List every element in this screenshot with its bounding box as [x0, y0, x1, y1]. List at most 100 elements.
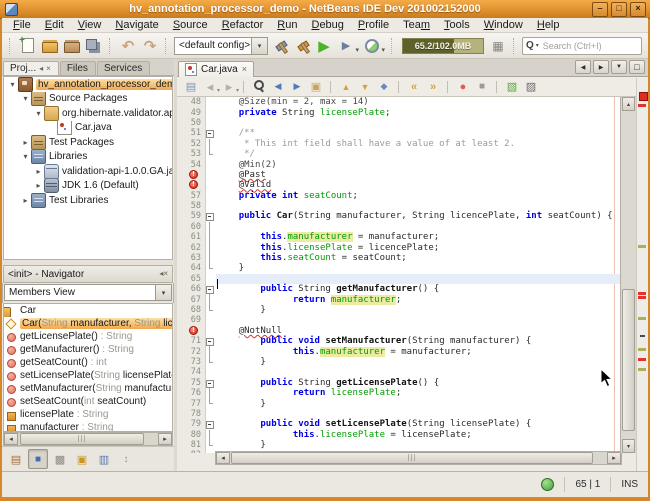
expand-arrow-icon[interactable] [20, 138, 31, 147]
stop-macro-icon[interactable] [474, 79, 490, 95]
code-line[interactable]: 75 public String getLicensePlate() { [177, 378, 622, 388]
close-icon[interactable]: × [242, 65, 247, 74]
find-prev-icon[interactable] [270, 79, 286, 95]
record-macro-icon[interactable] [455, 79, 471, 95]
error-stripe-mark[interactable] [638, 245, 646, 248]
code-line[interactable]: 61 this.manufacturer = manufacturer; [177, 232, 622, 242]
open-project-icon[interactable] [62, 36, 82, 56]
line-number[interactable]: 68 [177, 305, 205, 315]
uncomment-icon[interactable] [523, 79, 539, 95]
scroll-right-icon[interactable] [593, 60, 609, 74]
project-tree-item[interactable]: org.hibernate.validator.ap.dem [4, 106, 172, 121]
line-number[interactable] [177, 170, 205, 180]
expand-arrow-icon[interactable] [33, 181, 44, 190]
line-number[interactable]: 48 [177, 97, 205, 107]
code-line[interactable]: 49 private String licensePlate; [177, 107, 622, 117]
line-number[interactable]: 77 [177, 399, 205, 409]
code-line[interactable]: 48 @Size(min = 2, max = 14) [177, 97, 622, 107]
code-line[interactable]: 51 /** [177, 128, 622, 138]
code-line[interactable]: 60 [177, 222, 622, 232]
profile-icon[interactable] [362, 36, 382, 56]
line-number[interactable]: 63 [177, 253, 205, 263]
config-select[interactable]: <default config> ▾ [174, 37, 268, 55]
code-line[interactable]: 54 @Min(2) [177, 159, 622, 169]
redo-icon[interactable] [140, 36, 160, 56]
expand-arrow-icon[interactable] [33, 167, 44, 176]
navigator-item[interactable]: setSeatCount(int seatCount) [4, 395, 172, 408]
close-button[interactable]: × [630, 2, 646, 17]
project-tree-item[interactable]: Source Packages [4, 92, 172, 107]
error-stripe-mark[interactable] [640, 335, 645, 337]
code-line[interactable]: 72 this.manufacturer = manufacturer; [177, 346, 622, 356]
navigator-item[interactable]: licensePlate : String [4, 408, 172, 421]
code-line[interactable]: 76 return licensePlate; [177, 388, 622, 398]
code-editor[interactable]: 48 @Size(min = 2, max = 14)49 private St… [177, 97, 622, 453]
project-tree-item[interactable]: Test Packages [4, 135, 172, 150]
code-line[interactable]: 81 } [177, 440, 622, 450]
line-number[interactable]: 59 [177, 211, 205, 221]
line-number[interactable] [177, 180, 205, 190]
scrollbar-thumb[interactable] [622, 289, 635, 431]
line-number[interactable]: 53 [177, 149, 205, 159]
code-line[interactable]: 52 * This int field shall have a value o… [177, 139, 622, 149]
history-icon[interactable] [183, 79, 199, 95]
scroll-right-icon[interactable]: ▸ [607, 452, 621, 464]
minimize-button[interactable]: – [592, 2, 608, 17]
line-number[interactable]: 61 [177, 232, 205, 242]
error-stripe-mark[interactable] [638, 348, 646, 351]
line-number[interactable]: 79 [177, 419, 205, 429]
show-inherited-icon[interactable] [6, 449, 26, 469]
project-tree-item[interactable]: JDK 1.6 (Default) [4, 179, 172, 194]
menu-view[interactable]: View [71, 19, 109, 31]
new-project-icon[interactable] [40, 36, 60, 56]
navigator-item[interactable]: setLicensePlate(String licensePlate) [4, 369, 172, 382]
navigator-item[interactable]: setManufacturer(String manufacturer [4, 382, 172, 395]
expand-arrow-icon[interactable] [20, 196, 31, 205]
next-bookmark-icon[interactable] [357, 79, 373, 95]
error-stripe-mark[interactable] [638, 317, 646, 320]
close-icon[interactable]: × [163, 270, 168, 278]
menu-debug[interactable]: Debug [304, 19, 350, 31]
line-number[interactable]: 50 [177, 118, 205, 128]
code-line[interactable]: 65 [177, 274, 622, 284]
run-icon[interactable] [314, 36, 334, 56]
undo-icon[interactable] [118, 36, 138, 56]
chevron-down-icon[interactable]: ▾ [155, 285, 171, 300]
line-number[interactable]: 60 [177, 222, 205, 232]
menu-tools[interactable]: Tools [437, 19, 477, 31]
code-line[interactable]: 58 [177, 201, 622, 211]
scrollbar-thumb[interactable]: ||| [20, 433, 144, 445]
code-line[interactable]: @NotNull [177, 326, 622, 336]
line-number[interactable]: 67 [177, 295, 205, 305]
menu-navigate[interactable]: Navigate [108, 19, 165, 31]
menu-refactor[interactable]: Refactor [215, 19, 271, 31]
code-line[interactable]: 78 [177, 409, 622, 419]
title-bar[interactable]: hv_annotation_processor_demo - NetBeans … [0, 0, 650, 19]
code-line[interactable]: 80 this.licensePlate = licensePlate; [177, 430, 622, 440]
highlight-icon[interactable] [308, 79, 324, 95]
scroll-left-icon[interactable] [575, 60, 591, 74]
line-number[interactable]: 72 [177, 347, 205, 357]
search-input[interactable] [541, 40, 638, 52]
show-static-icon[interactable] [50, 449, 70, 469]
project-tree-item[interactable]: validation-api-1.0.0.GA.jar [4, 164, 172, 179]
clean-build-icon[interactable] [292, 36, 312, 56]
line-number[interactable]: 81 [177, 440, 205, 450]
line-number[interactable]: 80 [177, 430, 205, 440]
editor-hscrollbar[interactable]: ◂ ||| ▸ [215, 451, 622, 465]
line-number[interactable]: 65 [177, 274, 205, 284]
line-number[interactable]: 49 [177, 108, 205, 118]
code-line[interactable]: 64 } [177, 263, 622, 273]
navigator-item[interactable]: manufacturer : String [4, 421, 172, 432]
file-error-indicator[interactable] [639, 92, 648, 101]
tab-list-icon[interactable] [611, 60, 627, 74]
scroll-left-icon[interactable]: ◂ [4, 433, 18, 445]
back-icon[interactable] [202, 79, 218, 95]
code-line[interactable]: 53 */ [177, 149, 622, 159]
forward-icon[interactable] [221, 79, 237, 95]
maximize-button[interactable]: □ [611, 2, 627, 17]
scroll-right-icon[interactable]: ▸ [158, 433, 172, 445]
memory-indicator[interactable]: 65.2/102.0MB [402, 38, 484, 54]
code-line[interactable]: 68 } [177, 305, 622, 315]
search-icon[interactable]: Q [526, 40, 534, 51]
